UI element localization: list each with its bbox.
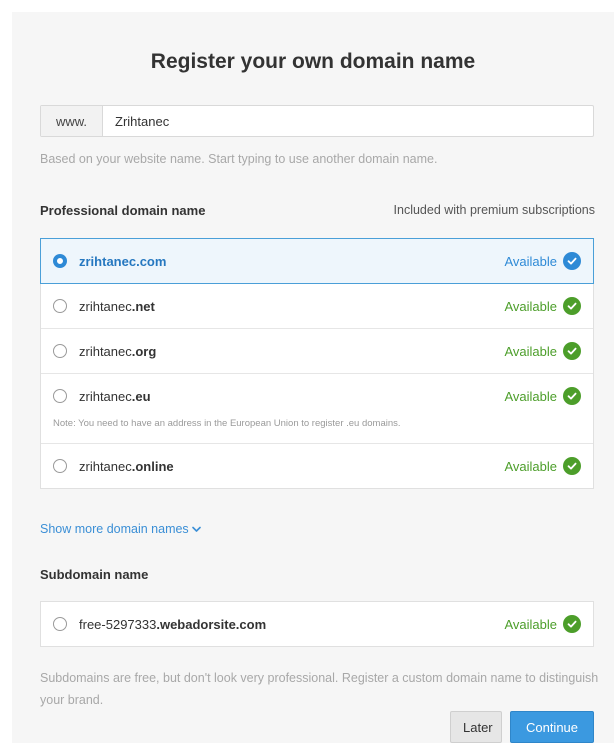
domain-option-online[interactable]: zrihtanec.online Available bbox=[41, 444, 593, 488]
check-circle-icon bbox=[563, 342, 581, 360]
check-circle-icon bbox=[563, 457, 581, 475]
status-text: Available bbox=[504, 253, 557, 269]
show-more-label: Show more domain names bbox=[40, 522, 189, 536]
status-text: Available bbox=[504, 388, 557, 404]
radio-button-subdomain[interactable] bbox=[53, 617, 67, 631]
premium-note: Included with premium subscriptions bbox=[393, 203, 595, 217]
domain-option-net[interactable]: zrihtanec.net Available bbox=[41, 284, 593, 329]
eu-domain-note: Note: You need to have an address in the… bbox=[53, 418, 401, 429]
subdomain-name: free-5297333.webadorsite.com bbox=[79, 616, 267, 632]
subdomain-label: Subdomain name bbox=[40, 567, 149, 582]
check-circle-icon bbox=[563, 297, 581, 315]
domain-options-list: zrihtanec.com Available zrihtanec.net Av… bbox=[40, 238, 594, 489]
availability-status: Available bbox=[504, 252, 581, 270]
later-button[interactable]: Later bbox=[450, 711, 502, 743]
subdomain-option[interactable]: free-5297333.webadorsite.com Available bbox=[41, 602, 593, 646]
domain-option-com[interactable]: zrihtanec.com Available bbox=[40, 238, 594, 284]
domain-option-org[interactable]: zrihtanec.org Available bbox=[41, 329, 593, 374]
radio-button-eu[interactable] bbox=[53, 389, 67, 403]
radio-button-com[interactable] bbox=[53, 254, 67, 268]
availability-status: Available bbox=[504, 387, 581, 405]
domain-name: zrihtanec.net bbox=[79, 298, 155, 314]
professional-domain-label: Professional domain name bbox=[40, 203, 206, 218]
check-circle-icon bbox=[563, 387, 581, 405]
domain-name-input[interactable] bbox=[103, 106, 593, 136]
domain-input-group[interactable]: www. bbox=[40, 105, 594, 137]
chevron-down-icon bbox=[192, 522, 201, 536]
radio-button-online[interactable] bbox=[53, 459, 67, 473]
radio-button-org[interactable] bbox=[53, 344, 67, 358]
domain-option-eu[interactable]: zrihtanec.eu Available Note: You need to… bbox=[41, 374, 593, 444]
domain-name: zrihtanec.eu bbox=[79, 388, 151, 404]
domain-hint-text: Based on your website name. Start typing… bbox=[40, 152, 438, 166]
availability-status: Available bbox=[504, 615, 581, 633]
subdomain-info-text: Subdomains are free, but don't look very… bbox=[40, 671, 599, 707]
status-text: Available bbox=[504, 616, 557, 632]
domain-name: zrihtanec.online bbox=[79, 458, 174, 474]
www-prefix: www. bbox=[41, 106, 103, 136]
show-more-domains-link[interactable]: Show more domain names bbox=[40, 522, 201, 536]
radio-button-net[interactable] bbox=[53, 299, 67, 313]
check-circle-icon bbox=[563, 615, 581, 633]
page-title: Register your own domain name bbox=[150, 50, 476, 73]
status-text: Available bbox=[504, 298, 557, 314]
domain-name: zrihtanec.com bbox=[79, 253, 167, 269]
domain-name: zrihtanec.org bbox=[79, 343, 157, 359]
status-text: Available bbox=[504, 343, 557, 359]
status-text: Available bbox=[504, 458, 557, 474]
availability-status: Available bbox=[504, 457, 581, 475]
check-circle-icon bbox=[563, 252, 581, 270]
register-domain-panel: Register your own domain name www. Based… bbox=[12, 12, 614, 743]
availability-status: Available bbox=[504, 342, 581, 360]
continue-button[interactable]: Continue bbox=[510, 711, 594, 743]
availability-status: Available bbox=[504, 297, 581, 315]
subdomain-options-list: free-5297333.webadorsite.com Available bbox=[40, 601, 594, 647]
